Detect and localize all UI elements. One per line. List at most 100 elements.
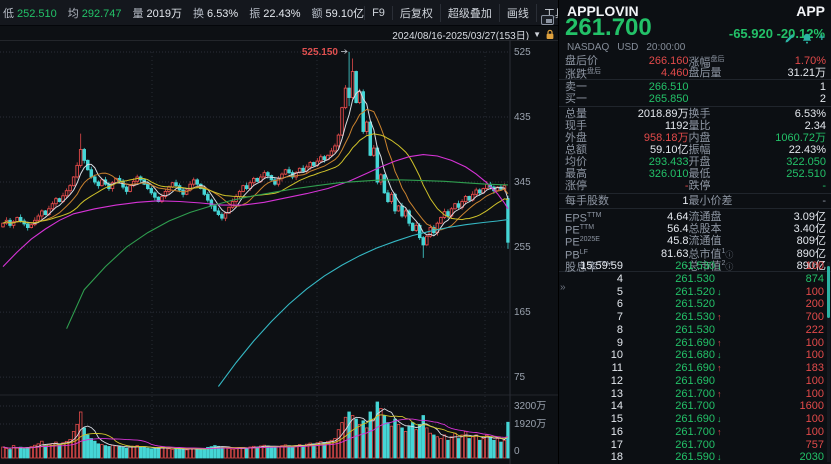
quote-label: 开盘 (689, 156, 765, 168)
quote-value: 3.09亿 (765, 211, 827, 223)
tape-time: 12 (567, 375, 623, 388)
quote-label: 外盘 (565, 132, 627, 144)
quote-label: 最小价差 (689, 195, 765, 207)
tape-time: 7 (567, 311, 623, 324)
tape-scrollbar-thumb[interactable] (827, 266, 830, 318)
tape-price: 261.690 (623, 337, 715, 350)
quote-label: 内盘 (689, 132, 765, 144)
stat-value: 292.747 (82, 8, 122, 20)
quote-row: 买一265.8502 (559, 93, 831, 105)
quote-row: 外盘958.18万内盘1060.72万 (559, 132, 831, 144)
quote-label: 最低 (689, 168, 765, 180)
quote-detail-table: 盘后价266.160涨幅盘后1.70%涨跌盘后4.460盘后量31.21万卖一2… (559, 54, 831, 273)
quote-panel: APPLOVIN APP 261.700 -65.920 -20.12% NAS… (558, 0, 831, 464)
quote-value: 6.53% (765, 108, 827, 120)
quote-label: 每手股数 (565, 195, 627, 207)
svg-text:0: 0 (514, 446, 520, 457)
exchange-label: NASDAQ (567, 42, 609, 53)
arrow-down-icon: ↓ (715, 260, 727, 273)
arrow-up-icon: ↑ (715, 426, 727, 439)
tape-row: 7261.530↑700 (559, 311, 831, 324)
svg-text:525: 525 (514, 47, 531, 58)
tape-price: 261.690 (623, 375, 715, 388)
quote-label: 总股本 (689, 223, 765, 235)
tape-time: 5 (567, 286, 623, 299)
svg-text:435: 435 (514, 112, 531, 123)
quote-label: 涨停 (565, 180, 627, 192)
quote-row: PBLF81.63总市值1ⓘ890亿 (559, 246, 831, 258)
peak-annotation: 525.150 (302, 47, 347, 58)
quote-row: EPSTTM4.64流通盘3.09亿 (559, 210, 831, 222)
time-and-sales-list: 15:59:59261.530↓1004261.5308745261.520↓1… (559, 260, 831, 464)
quote-value: 2018.89万 (627, 108, 689, 120)
quote-value: 266.510 (627, 81, 689, 93)
bell-icon[interactable] (802, 33, 812, 44)
date-range-bar: 2024/08/16-2025/03/27(153日) ▼ (392, 27, 558, 41)
candles-layer (2, 52, 510, 258)
add-to-watchlist-icon[interactable]: + (819, 32, 825, 44)
tape-price: 261.520 (623, 298, 715, 311)
stat-label: 振 (249, 8, 260, 20)
kline-chart[interactable]: 525.150525435345255165753200万1920万0 (0, 40, 558, 464)
stat-label: 额 (312, 8, 323, 20)
stat-label: 均 (68, 8, 79, 20)
tape-time: 11 (567, 362, 623, 375)
quote-action-icons: + (785, 32, 825, 44)
quote-label: 振幅 (689, 144, 765, 156)
quote-row: 涨停-跌停- (559, 180, 831, 192)
arrow-down-icon: ↓ (715, 451, 727, 464)
quote-row: 均价293.433开盘322.050 (559, 156, 831, 168)
quote-value: 31.21万 (765, 67, 827, 79)
quote-row: PETTM56.4总股本3.40亿 (559, 222, 831, 234)
floating-window-icon[interactable] (541, 15, 554, 25)
pencil-icon[interactable] (785, 33, 795, 43)
tape-volume: 100 (727, 375, 824, 388)
quote-label: 换手 (689, 108, 765, 120)
divider (559, 208, 831, 209)
quote-label: 量比 (689, 120, 765, 132)
tape-volume: 1600 (727, 400, 824, 413)
tape-time: 14 (567, 400, 623, 413)
stat-value: 2019万 (147, 8, 182, 20)
tape-scrollbar[interactable] (827, 262, 830, 462)
quote-row: 总量2018.89万换手6.53% (559, 108, 831, 120)
stat-value: 22.43% (263, 8, 300, 20)
quote-row: 总额59.10亿振幅22.43% (559, 144, 831, 156)
volume-layer (2, 402, 510, 458)
quote-value: 59.10亿 (627, 144, 689, 156)
tape-price: 261.520 (623, 286, 715, 299)
quote-value: - (765, 195, 827, 207)
tape-time: 6 (567, 298, 623, 311)
quote-value: 890亿 (765, 248, 827, 260)
stat-低: 低252.510 (3, 5, 57, 21)
quote-label: 买一 (565, 93, 627, 105)
arrow-down-icon: ↓ (715, 413, 727, 426)
tape-row: 15261.690↓100 (559, 413, 831, 426)
toolbar-item-后复权[interactable]: 后复权 (393, 4, 441, 22)
tape-volume: 100 (727, 413, 824, 426)
svg-text:345: 345 (514, 177, 531, 188)
quote-value: 4.64 (627, 211, 689, 223)
tape-price: 261.690 (623, 362, 715, 375)
stat-value: 59.10亿 (326, 8, 365, 20)
svg-text:525.150: 525.150 (302, 47, 339, 58)
tape-time: 15 (567, 413, 623, 426)
quote-value: 2 (765, 93, 827, 105)
stat-换: 换6.53% (193, 5, 238, 21)
quote-value: 958.18万 (627, 132, 689, 144)
tape-row: 15:59:59261.530↓100 (559, 260, 831, 273)
divider (559, 193, 831, 194)
quote-label: 总额 (565, 144, 627, 156)
quote-label: 涨跌盘后 (565, 66, 627, 81)
tape-row: 8261.530222 (559, 324, 831, 337)
day-stats-bar: 低252.510均292.747量2019万换6.53%振22.43%额59.1… (3, 5, 364, 21)
quote-row: PE2025E45.8流通值809亿 (559, 234, 831, 246)
lock-icon[interactable] (545, 29, 555, 40)
chevron-down-icon[interactable]: ▼ (533, 30, 541, 39)
toolbar-item-超级叠加[interactable]: 超级叠加 (441, 4, 500, 22)
quote-value: 322.050 (765, 156, 827, 168)
panel-expander-icon[interactable]: » (560, 282, 566, 293)
toolbar-item-F9[interactable]: F9 (364, 6, 393, 20)
chart-section: 低252.510均292.747量2019万换6.53%振22.43%额59.1… (0, 0, 558, 464)
toolbar-item-画线[interactable]: 画线 (500, 4, 537, 22)
